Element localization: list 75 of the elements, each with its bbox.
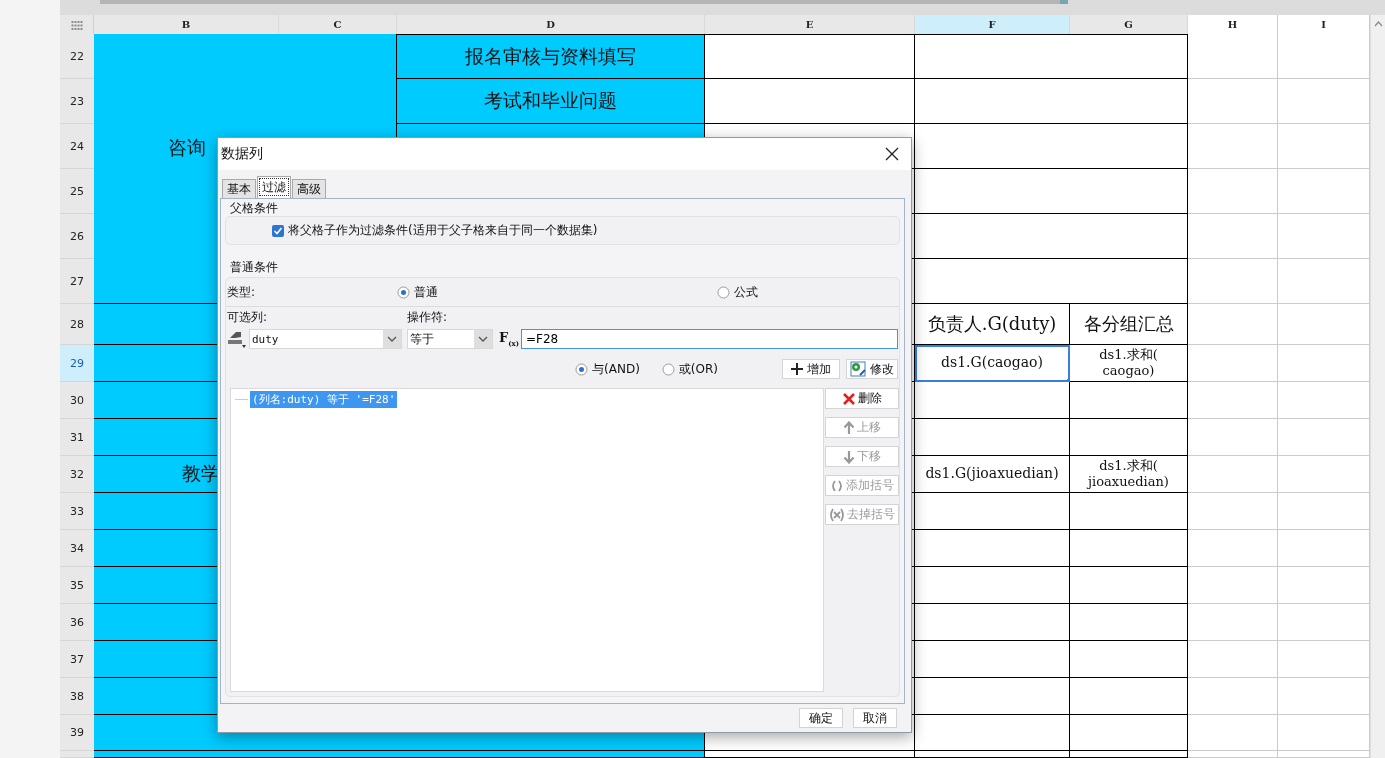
table-cell: 负责人.G(duty): [915, 304, 1070, 345]
row-header[interactable]: 23: [60, 79, 94, 124]
radio-button[interactable]: [397, 285, 410, 299]
brackets-icon: [830, 479, 844, 492]
column-header[interactable]: D: [397, 15, 705, 34]
down-arrow-icon: [843, 449, 855, 464]
table-cell: 报名审核与资料填写: [397, 34, 705, 79]
table-cell: 各分组汇总: [1070, 304, 1188, 345]
operator-dropdown[interactable]: 等于: [407, 329, 493, 349]
cancel-button[interactable]: 取消: [853, 708, 897, 728]
tab[interactable]: 过滤: [257, 176, 291, 198]
table-cell: ds1.求和( jioaxuedian): [1070, 456, 1188, 493]
row-header[interactable]: 29: [60, 345, 94, 382]
row-header[interactable]: 34: [60, 530, 94, 567]
row-header[interactable]: 31: [60, 419, 94, 456]
table-cell: ds1.G(jioaxuedian): [915, 456, 1070, 493]
column-header[interactable]: C: [279, 15, 397, 34]
delete-icon: [842, 391, 856, 406]
scroll-up-icon[interactable]: [1374, 21, 1383, 27]
column-header[interactable]: G: [1070, 15, 1188, 34]
column-header[interactable]: F: [915, 15, 1070, 34]
row-header[interactable]: 32: [60, 456, 94, 493]
scrollbar[interactable]: [60, 0, 1385, 15]
remove-brackets-icon: [829, 507, 845, 522]
radio-label: 普通: [414, 283, 438, 301]
radio-label: 与(AND): [592, 360, 640, 378]
field-label: 可选列:: [227, 309, 269, 326]
row-header[interactable]: 22: [60, 34, 94, 79]
table-cell: ds1.G(caogao): [915, 345, 1070, 382]
up-arrow-icon: [843, 420, 855, 435]
group-title: 父格条件: [229, 200, 279, 216]
formula-field[interactable]: =F28: [521, 329, 898, 349]
list-action-button[interactable]: 删除: [825, 388, 899, 409]
row-header[interactable]: 27: [60, 259, 94, 304]
radio-button[interactable]: [575, 362, 589, 376]
row-header[interactable]: 24: [60, 124, 94, 169]
check-icon: [273, 225, 283, 236]
row-header[interactable]: 33: [60, 493, 94, 530]
row-header[interactable]: 36: [60, 604, 94, 641]
row-header[interactable]: 28: [60, 304, 94, 345]
select-all-icon[interactable]: [70, 19, 83, 30]
row-header[interactable]: 39: [60, 715, 94, 751]
formula-button[interactable]: F$_{(x)}$: [493, 330, 521, 348]
table-cell: 考试和毕业问题: [397, 79, 705, 124]
plus-icon: [791, 363, 803, 375]
radio-button[interactable]: [661, 362, 675, 376]
column-header[interactable]: E: [705, 15, 915, 34]
edit-gear-icon: [850, 361, 866, 377]
field-label: 类型:: [227, 283, 257, 301]
radio-label: 或(OR): [678, 360, 718, 378]
row-header[interactable]: 38: [60, 678, 94, 715]
group-title: 普通条件: [229, 259, 279, 275]
tab[interactable]: 基本: [222, 179, 256, 198]
scrollbar[interactable]: [1370, 15, 1385, 758]
checkbox[interactable]: [272, 224, 284, 237]
column-type-icon[interactable]: [227, 329, 247, 349]
row-header[interactable]: 37: [60, 641, 94, 678]
tab[interactable]: 高级: [292, 179, 326, 198]
column-dropdown[interactable]: duty: [249, 329, 402, 349]
add-button[interactable]: 增加: [782, 359, 840, 379]
close-icon[interactable]: [885, 147, 899, 161]
dialog-title: 数据列: [221, 145, 263, 163]
column-header[interactable]: B: [94, 15, 279, 34]
chevron-down-icon: [387, 336, 397, 342]
ok-button[interactable]: 确定: [799, 708, 843, 728]
table-cell: ds1.求和( caogao): [1070, 345, 1188, 382]
modify-button[interactable]: 修改: [846, 359, 898, 379]
radio-label: 公式: [734, 283, 758, 301]
row-header[interactable]: 30: [60, 382, 94, 419]
row-header[interactable]: 35: [60, 567, 94, 604]
row-header[interactable]: 25: [60, 169, 94, 214]
radio-button[interactable]: [717, 285, 730, 299]
field-label: 操作符:: [407, 309, 449, 326]
chevron-down-icon: [478, 336, 488, 342]
row-header[interactable]: 26: [60, 214, 94, 259]
